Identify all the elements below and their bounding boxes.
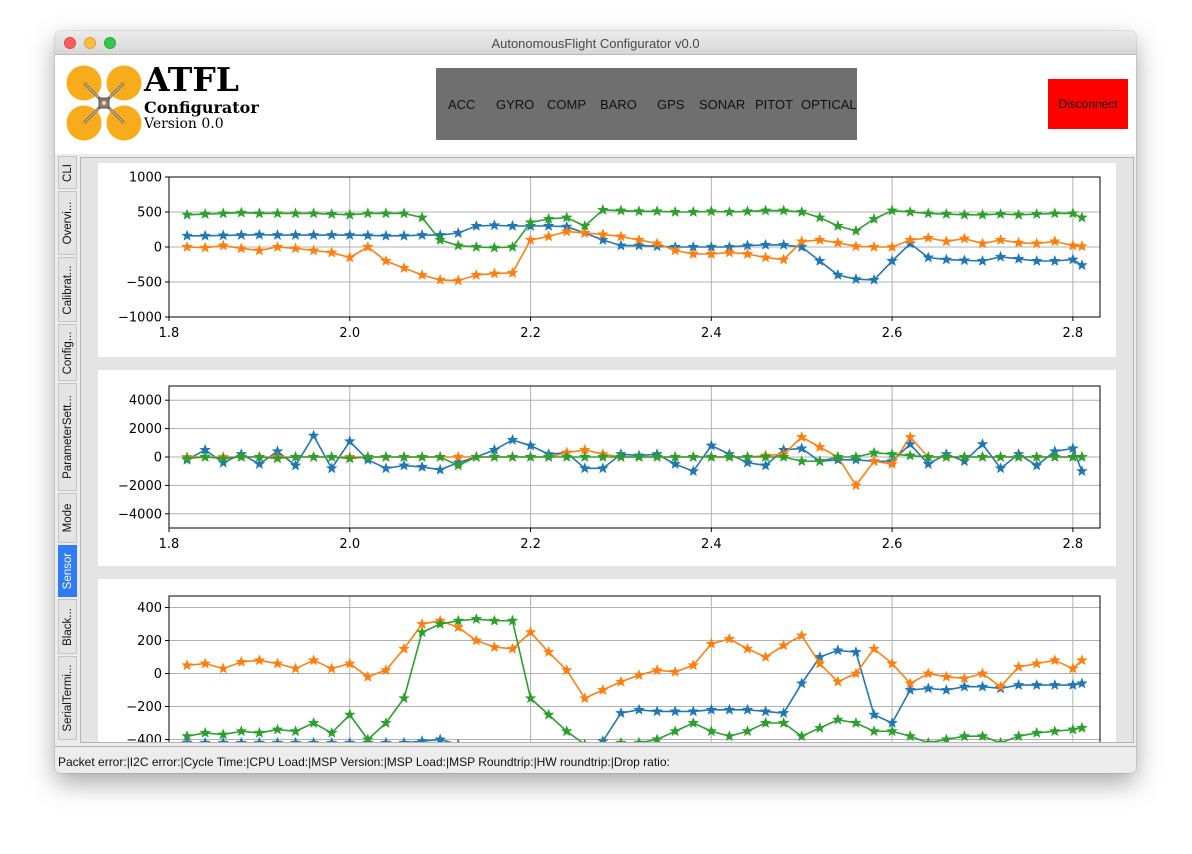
x-tick-label: 2.2 (520, 537, 541, 552)
y-tick-label: −4000 (118, 507, 162, 522)
nav-sonar[interactable]: SONAR (699, 97, 745, 112)
nav-gps[interactable]: GPS (657, 97, 684, 112)
tab-label: ParameterSett... (61, 395, 74, 479)
y-tick-label: 400 (137, 601, 162, 616)
tab-parameter-settings[interactable]: ParameterSett... (58, 383, 77, 491)
chart-panel-1: 1000 500 0 −500 −10001.8 2.0 2.2 2.4 2.6 2.8 (98, 163, 1116, 357)
brand-name: ATFL (144, 60, 239, 99)
nav-gyro[interactable]: GYRO (496, 97, 534, 112)
y-tick-label: −2000 (118, 479, 162, 494)
y-tick-label: 0 (154, 451, 162, 466)
sensor-nav-bar: ACC GYRO COMP BARO GPS SONAR PITOT OPTIC… (436, 68, 857, 140)
x-tick-label: 2.6 (882, 326, 903, 341)
status-bar: Packet error:|I2C error:|Cycle Time:|CPU… (55, 746, 1136, 773)
y-tick-label: 500 (137, 206, 162, 221)
y-tick-label: 1000 (129, 171, 162, 186)
nav-pitot[interactable]: PITOT (755, 97, 793, 112)
y-tick-label: −500 (126, 276, 162, 291)
sensor-plot-area[interactable]: 1000 500 0 −500 −1000 1.8 2.0 2.2 2.4 2.6 2.8 4000 2… (80, 157, 1134, 743)
tab-configuration[interactable]: Config... (58, 324, 77, 381)
nav-comp[interactable]: COMP (547, 97, 586, 112)
tab-mode[interactable]: Mode (58, 493, 77, 543)
tab-label: Mode (61, 503, 74, 533)
x-tick-label: 1.8 (159, 326, 180, 341)
tab-label: Calibrat... (61, 264, 74, 315)
nav-acc[interactable]: ACC (448, 97, 475, 112)
x-tick-label: 2.0 (339, 326, 360, 341)
y-tick-label: 4000 (129, 394, 162, 409)
y-tick-label: −1000 (118, 311, 162, 326)
quadcopter-logo-icon (66, 65, 142, 141)
status-text: Packet error:|I2C error:|Cycle Time:|CPU… (58, 755, 670, 769)
tab-overview[interactable]: Overvi... (58, 191, 77, 255)
x-tick-label: 2.8 (1063, 537, 1084, 552)
tab-label: Sensor (61, 552, 74, 590)
side-tab-bar: CLI Overvi... Calibrat... Config... Para… (58, 156, 77, 740)
sensor-charts: 10005000−500−10001.8 2.0 2.2 2.4 2.6 2.840002… (98, 163, 1116, 742)
title-bar[interactable]: AutonomousFlight Configurator v0.0 (55, 31, 1136, 55)
tab-label: SerialTermi... (61, 664, 74, 732)
tab-cli[interactable]: CLI (58, 156, 77, 189)
x-tick-label: 2.4 (701, 326, 722, 341)
x-tick-label: 2.6 (882, 537, 903, 552)
x-tick-label: 2.8 (1063, 326, 1084, 341)
app-window: AutonomousFlight Configurator v0.0 ATFL … (55, 31, 1136, 773)
y-tick-label: 200 (137, 634, 162, 649)
y-tick-label: 0 (154, 241, 162, 256)
tab-sensor[interactable]: Sensor (58, 545, 77, 597)
y-tick-label: −400 (126, 733, 162, 742)
brand-subtitle: Configurator (144, 98, 259, 117)
x-tick-label: 1.8 (159, 537, 180, 552)
nav-optical[interactable]: OPTICAL (801, 97, 857, 112)
tab-label: Black... (61, 607, 74, 646)
x-tick-label: 2.4 (701, 537, 722, 552)
x-tick-label: 2.0 (339, 537, 360, 552)
x-tick-label: 2.2 (520, 326, 541, 341)
y-tick-label: 2000 (129, 422, 162, 437)
brand: ATFL Configurator Version 0.0 (144, 61, 259, 132)
chart-panel-3: 400 200 0 −200 −400 (98, 579, 1116, 742)
chart-panel-2: 4000 2000 0 −2000 −4000 1.8 2.0 2.2 2.4 2.6 2.8 (98, 370, 1116, 566)
window-title: AutonomousFlight Configurator v0.0 (491, 36, 700, 51)
y-tick-label: 0 (154, 667, 162, 682)
tab-serial-terminal[interactable]: SerialTermi... (58, 656, 77, 740)
disconnect-button[interactable]: Disconnect (1048, 79, 1128, 129)
y-tick-label: −200 (126, 700, 162, 715)
chart-card (98, 370, 1116, 566)
nav-baro[interactable]: BARO (600, 97, 637, 112)
brand-version: Version 0.0 (144, 116, 224, 132)
tab-label: CLI (61, 163, 74, 182)
tab-blackbox[interactable]: Black... (58, 599, 77, 654)
tab-calibration[interactable]: Calibrat... (58, 257, 77, 322)
tab-label: Config... (61, 331, 74, 374)
header: ATFL Configurator Version 0.0 ACC GYRO C… (55, 55, 1136, 154)
main-content: CLI Overvi... Calibrat... Config... Para… (55, 154, 1136, 746)
tab-label: Overvi... (61, 201, 74, 245)
